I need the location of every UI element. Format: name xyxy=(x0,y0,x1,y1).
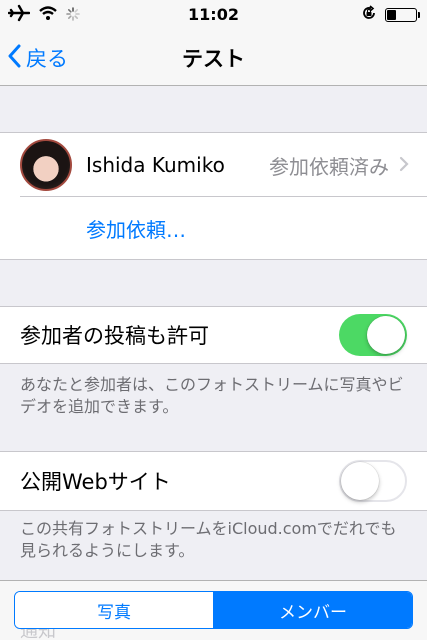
invite-row[interactable]: 参加依頼… xyxy=(0,197,427,259)
battery-icon xyxy=(385,8,420,22)
public-site-label: 公開Webサイト xyxy=(20,470,171,494)
segment-members[interactable]: メンバー xyxy=(213,592,412,628)
allow-posts-group: 参加者の投稿も許可 xyxy=(0,306,427,364)
public-site-note: この共有フォトストリームをiCloud.comでだれでも見られるようにします。 xyxy=(20,519,397,560)
segmented-control: 写真 メンバー xyxy=(14,591,413,629)
public-site-row: 公開Webサイト xyxy=(0,452,427,510)
allow-posts-row: 参加者の投稿も許可 xyxy=(0,307,427,363)
rotation-lock-icon xyxy=(361,5,377,25)
switch-knob xyxy=(367,316,405,354)
battery-level-fill xyxy=(387,10,396,20)
status-right-icons xyxy=(361,5,420,25)
bottom-toolbar: 通知 写真 メンバー xyxy=(0,580,427,640)
navigation-bar: 戻る テスト xyxy=(0,30,427,86)
member-status: 参加依頼済み xyxy=(269,154,389,179)
page-title: テスト xyxy=(182,47,245,71)
member-name: Ishida Kumiko xyxy=(86,153,225,177)
members-group: Ishida Kumiko 参加依頼済み 参加依頼… xyxy=(0,132,427,260)
segment-photos[interactable]: 写真 xyxy=(15,592,213,628)
status-bar: 11:02 xyxy=(0,0,427,30)
avatar xyxy=(20,139,72,191)
shared-stream-settings-screen: 11:02 戻る テスト Ishida Kumiko 参加依頼済み 参加依頼… … xyxy=(0,0,427,640)
allow-posts-note: あなたと参加者は、このフォトストリームに写真やビデオを追加できます。 xyxy=(20,375,404,416)
switch-knob xyxy=(341,462,379,500)
invite-link[interactable]: 参加依頼… xyxy=(86,214,186,243)
public-site-group: 公開Webサイト xyxy=(0,451,427,511)
chevron-right-icon xyxy=(399,153,409,177)
member-row[interactable]: Ishida Kumiko 参加依頼済み xyxy=(0,133,427,197)
allow-posts-switch[interactable] xyxy=(339,314,407,356)
public-site-switch[interactable] xyxy=(339,460,407,502)
allow-posts-label: 参加者の投稿も許可 xyxy=(20,324,209,348)
